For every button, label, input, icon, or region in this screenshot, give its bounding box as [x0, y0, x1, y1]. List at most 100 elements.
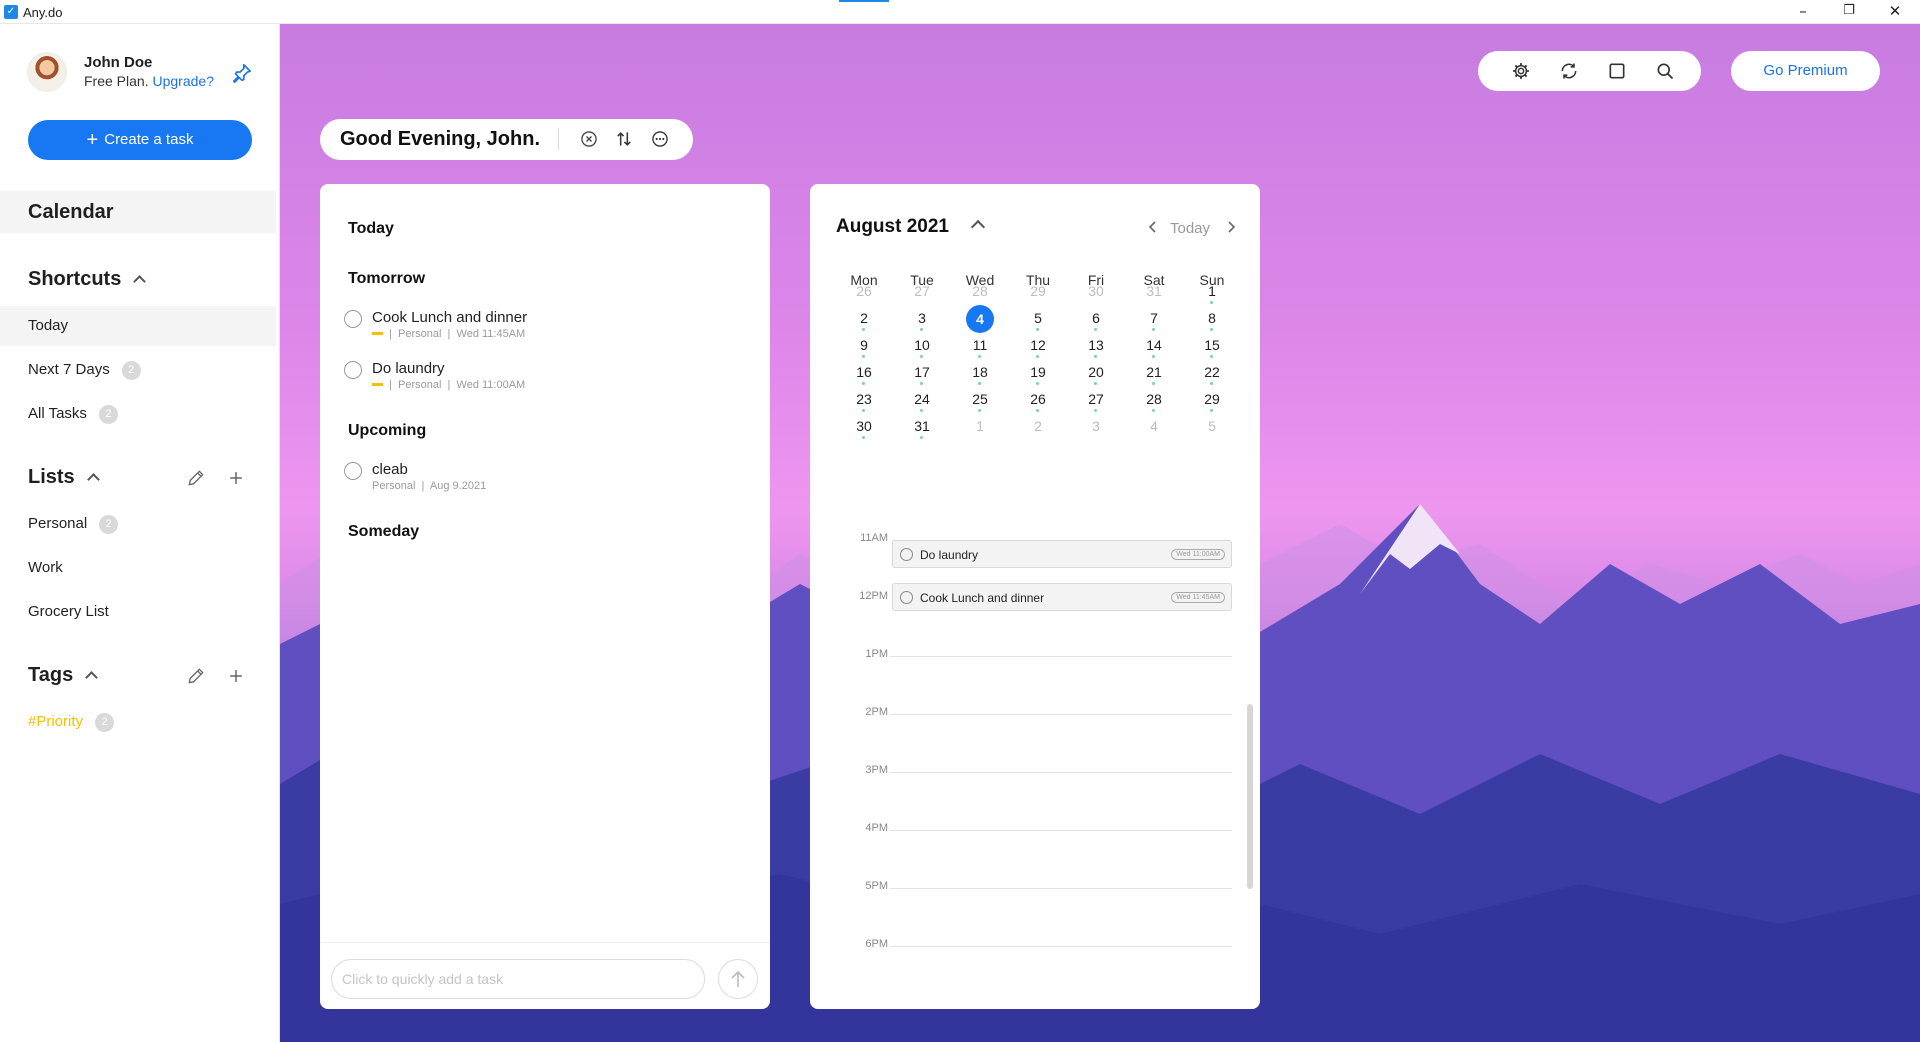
- task-checkbox[interactable]: [344, 310, 362, 328]
- calendar-day[interactable]: 5: [1009, 305, 1067, 331]
- lists-section[interactable]: Lists: [28, 466, 100, 489]
- chevron-up-icon[interactable]: [86, 473, 100, 486]
- more-options-icon[interactable]: [650, 129, 670, 149]
- avatar[interactable]: [27, 52, 67, 92]
- sync-icon[interactable]: [1559, 61, 1579, 81]
- calendar-day[interactable]: 10: [893, 332, 951, 358]
- calendar-day[interactable]: 28: [1125, 386, 1183, 412]
- lists-title: Lists: [28, 466, 75, 488]
- calendar-day[interactable]: 25: [951, 386, 1009, 412]
- calendar-day[interactable]: 26: [1009, 386, 1067, 412]
- sidebar-item-calendar[interactable]: Calendar: [0, 191, 276, 233]
- add-tag-icon[interactable]: [226, 666, 246, 686]
- calendar-day[interactable]: 9: [835, 332, 893, 358]
- sidebar-item-next-7-days[interactable]: Next 7 Days 2: [0, 350, 276, 390]
- calendar-day[interactable]: 7: [1125, 305, 1183, 331]
- go-premium-button[interactable]: Go Premium: [1731, 51, 1880, 91]
- settings-icon[interactable]: [1511, 61, 1531, 81]
- task-time: Wed 11:45AM: [456, 328, 526, 340]
- calendar-day[interactable]: 29: [1183, 386, 1241, 412]
- task-checkbox[interactable]: [344, 361, 362, 379]
- upgrade-link[interactable]: Upgrade?: [152, 73, 214, 89]
- sidebar-item-work[interactable]: Work: [0, 548, 276, 588]
- event-checkbox[interactable]: [900, 591, 913, 604]
- minimize-button[interactable]: –: [1781, 0, 1825, 24]
- task-item[interactable]: Do laundry | Personal | Wed 11:00AM: [344, 359, 744, 399]
- sidebar-item-personal[interactable]: Personal 2: [0, 504, 276, 544]
- calendar-day[interactable]: 18: [951, 359, 1009, 385]
- calendar-day[interactable]: 4: [1125, 413, 1183, 439]
- calendar-day[interactable]: 22: [1183, 359, 1241, 385]
- sidebar-item-grocery-list[interactable]: Grocery List: [0, 592, 276, 632]
- create-task-button[interactable]: + Create a task: [28, 120, 252, 160]
- calendar-day[interactable]: 5: [1183, 413, 1241, 439]
- quick-add-submit-button[interactable]: [718, 959, 758, 999]
- timeline-scrollbar[interactable]: [1247, 704, 1253, 889]
- tags-section[interactable]: Tags: [28, 664, 99, 687]
- calendar-day[interactable]: 12: [1009, 332, 1067, 358]
- sidebar-item-all-tasks[interactable]: All Tasks 2: [0, 394, 276, 434]
- group-tomorrow[interactable]: Tomorrow: [348, 270, 425, 288]
- calendar-day[interactable]: 26: [835, 278, 893, 304]
- sidebar-item-today[interactable]: Today: [0, 306, 276, 346]
- chevron-up-icon[interactable]: [133, 275, 147, 288]
- task-item[interactable]: cleab Personal | Aug 9.2021: [344, 460, 744, 500]
- next-month-icon[interactable]: [1224, 220, 1238, 234]
- chevron-up-icon[interactable]: [970, 219, 986, 235]
- calendar-day[interactable]: 20: [1067, 359, 1125, 385]
- calendar-day[interactable]: 11: [951, 332, 1009, 358]
- calendar-day[interactable]: 2: [835, 305, 893, 331]
- task-checkbox[interactable]: [344, 462, 362, 480]
- month-title[interactable]: August 2021: [836, 216, 949, 238]
- calendar-day[interactable]: 30: [1067, 278, 1125, 304]
- calendar-day[interactable]: 27: [893, 278, 951, 304]
- calendar-day[interactable]: 1: [951, 413, 1009, 439]
- search-icon[interactable]: [1655, 61, 1675, 81]
- calendar-day[interactable]: 1: [1183, 278, 1241, 304]
- shortcuts-section[interactable]: Shortcuts: [28, 268, 147, 291]
- add-list-icon[interactable]: [226, 468, 246, 488]
- prev-month-icon[interactable]: [1146, 220, 1160, 234]
- calendar-day[interactable]: 15: [1183, 332, 1241, 358]
- close-button[interactable]: ✕: [1873, 0, 1917, 24]
- task-item[interactable]: Cook Lunch and dinner | Personal | Wed 1…: [344, 308, 744, 348]
- chevron-up-icon[interactable]: [85, 671, 99, 684]
- calendar-day[interactable]: 17: [893, 359, 951, 385]
- edit-pencil-icon[interactable]: [186, 468, 206, 488]
- group-someday[interactable]: Someday: [348, 523, 419, 541]
- calendar-event[interactable]: Do laundry Wed 11:00AM: [892, 540, 1232, 568]
- calendar-day[interactable]: 8: [1183, 305, 1241, 331]
- group-today[interactable]: Today: [348, 220, 394, 238]
- calendar-day[interactable]: 4: [951, 305, 1009, 333]
- calendar-day[interactable]: 14: [1125, 332, 1183, 358]
- calendar-day[interactable]: 16: [835, 359, 893, 385]
- calendar-day[interactable]: 29: [1009, 278, 1067, 304]
- calendar-day[interactable]: 19: [1009, 359, 1067, 385]
- calendar-day[interactable]: 2: [1009, 413, 1067, 439]
- calendar-day[interactable]: 31: [893, 413, 951, 439]
- group-upcoming[interactable]: Upcoming: [348, 422, 426, 440]
- sidebar-item-tag-priority[interactable]: #Priority 2: [0, 702, 276, 742]
- calendar-day[interactable]: 6: [1067, 305, 1125, 331]
- sort-icon[interactable]: [614, 129, 634, 149]
- calendar-day[interactable]: 13: [1067, 332, 1125, 358]
- calendar-day[interactable]: 23: [835, 386, 893, 412]
- calendar-day[interactable]: 28: [951, 278, 1009, 304]
- today-button[interactable]: Today: [1170, 220, 1210, 237]
- calendar-day[interactable]: 27: [1067, 386, 1125, 412]
- quick-add-input[interactable]: [331, 959, 705, 999]
- pin-icon[interactable]: [231, 62, 253, 84]
- calendar-day[interactable]: 3: [893, 305, 951, 331]
- calendar-day[interactable]: 30: [835, 413, 893, 439]
- edit-pencil-icon[interactable]: [186, 666, 206, 686]
- calendar-day[interactable]: 21: [1125, 359, 1183, 385]
- calendar-day[interactable]: 3: [1067, 413, 1125, 439]
- calendar-event[interactable]: Cook Lunch and dinner Wed 11:45AM: [892, 583, 1232, 611]
- calendar-day[interactable]: 24: [893, 386, 951, 412]
- calendar-day[interactable]: 31: [1125, 278, 1183, 304]
- day-dot: [1036, 382, 1039, 385]
- restore-button[interactable]: ❐: [1827, 0, 1871, 24]
- focus-square-icon[interactable]: [1607, 61, 1627, 81]
- clear-circle-icon[interactable]: [579, 129, 599, 149]
- event-checkbox[interactable]: [900, 548, 913, 561]
